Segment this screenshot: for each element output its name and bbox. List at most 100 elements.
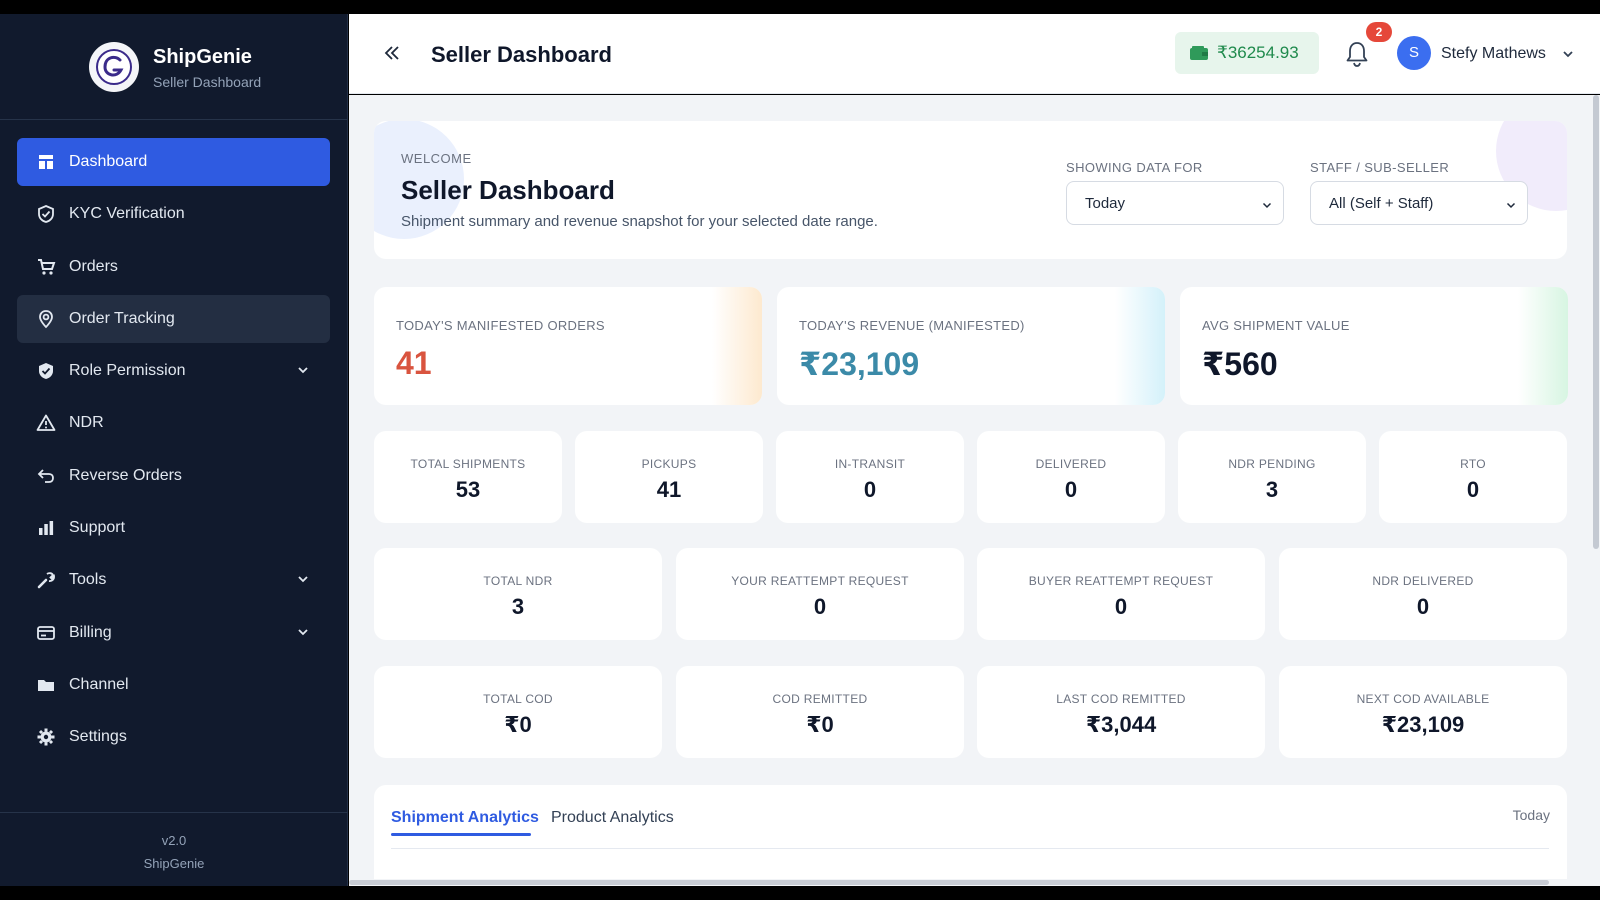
tabs-divider xyxy=(391,848,1549,849)
stat-value: 0 xyxy=(813,594,827,619)
staff-select[interactable]: All (Self + Staff) xyxy=(1310,181,1528,225)
stat-label: PICKUPS xyxy=(641,457,697,471)
kpi-accent-stripe xyxy=(712,287,762,405)
sidebar-item-dashboard[interactable]: Dashboard xyxy=(17,138,330,186)
stat-label: NEXT COD AVAILABLE xyxy=(1356,692,1490,706)
sidebar-item-billing[interactable]: Billing xyxy=(17,609,330,657)
footer-brand-name: ShipGenie xyxy=(143,856,205,871)
sidebar-item-label: Orders xyxy=(69,257,118,275)
kpi-value: 41 xyxy=(396,345,432,381)
cart-icon xyxy=(35,256,57,278)
shield-check-icon xyxy=(35,203,57,225)
screen-bottom-border xyxy=(0,886,1600,900)
tab-product-analytics[interactable]: Product Analytics xyxy=(551,809,674,827)
warning-icon xyxy=(35,412,57,434)
stat-value: 41 xyxy=(656,477,682,502)
stat-label: LAST COD REMITTED xyxy=(1056,692,1186,706)
chevron-down-icon xyxy=(1505,198,1517,210)
bar-chart-icon xyxy=(35,517,57,539)
horizontal-scrollbar[interactable] xyxy=(349,879,1592,886)
notifications-button[interactable] xyxy=(1344,40,1370,68)
billing-icon xyxy=(35,622,57,644)
sidebar-item-role-permission[interactable]: Role Permission xyxy=(17,347,330,395)
sidebar-item-kyc-verification[interactable]: KYC Verification xyxy=(17,190,330,238)
brand-logo[interactable] xyxy=(89,42,139,92)
stat-label: DELIVERED xyxy=(1035,457,1107,471)
date-range-select[interactable]: Today xyxy=(1066,181,1284,225)
location-pin-icon xyxy=(35,308,57,330)
user-name[interactable]: Stefy Mathews xyxy=(1441,45,1546,63)
sidebar-item-reverse-orders[interactable]: Reverse Orders xyxy=(17,452,330,500)
chevron-down-icon[interactable] xyxy=(1561,47,1575,61)
stat-label: BUYER REATTEMPT REQUEST xyxy=(1028,574,1214,588)
welcome-kicker: WELCOME xyxy=(401,151,472,166)
sidebar-item-settings[interactable]: Settings xyxy=(17,713,330,761)
analytics-card: Shipment Analytics Product Analytics Tod… xyxy=(374,785,1567,886)
staff-select-value: All (Self + Staff) xyxy=(1329,195,1434,212)
sidebar-item-label: KYC Verification xyxy=(69,205,185,223)
sidebar-item-label: Role Permission xyxy=(69,362,186,380)
collapse-sidebar-button[interactable] xyxy=(381,42,403,64)
stat-value: 0 xyxy=(1064,477,1078,502)
wallet-amount: ₹36254.93 xyxy=(1217,43,1299,62)
stat-card-total-cod: TOTAL COD ₹0 xyxy=(374,666,662,758)
kpi-card-manifested-orders: TODAY'S MANIFESTED ORDERS 41 xyxy=(374,287,762,405)
stat-card-ndr-pending: NDR PENDING 3 xyxy=(1178,431,1366,523)
sidebar-item-order-tracking[interactable]: Order Tracking xyxy=(17,294,330,343)
analytics-range-label: Today xyxy=(1512,807,1550,823)
stat-label: TOTAL COD xyxy=(483,692,553,706)
sidebar-item-channel[interactable]: Channel xyxy=(17,661,330,709)
stat-card-last-cod-remitted: LAST COD REMITTED ₹3,044 xyxy=(977,666,1265,758)
welcome-title: Seller Dashboard xyxy=(401,175,615,205)
kpi-label: TODAY'S REVENUE (MANIFESTED) xyxy=(799,318,1025,333)
chevron-down-icon xyxy=(296,363,310,377)
brand-subtitle: Seller Dashboard xyxy=(153,74,262,90)
sidebar-item-tools[interactable]: Tools xyxy=(17,556,330,604)
chevron-down-icon xyxy=(296,572,310,586)
screen-top-border xyxy=(0,0,1600,14)
stat-card-buyer-reattempt-request: BUYER REATTEMPT REQUEST 0 xyxy=(977,548,1265,640)
date-range-value: Today xyxy=(1085,195,1126,212)
stat-label: TOTAL SHIPMENTS xyxy=(410,457,526,471)
bell-icon xyxy=(1346,42,1368,67)
sidebar-item-label: Reverse Orders xyxy=(69,466,182,484)
wallet-balance-button[interactable]: ₹36254.93 xyxy=(1175,32,1319,74)
avatar[interactable]: S xyxy=(1397,36,1431,70)
stat-card-pickups: PICKUPS 41 xyxy=(575,431,763,523)
stat-label: YOUR REATTEMPT REQUEST xyxy=(731,574,909,588)
kpi-label: AVG SHIPMENT VALUE xyxy=(1202,318,1350,333)
gear-icon xyxy=(35,726,57,748)
stat-card-next-cod-available: NEXT COD AVAILABLE ₹23,109 xyxy=(1279,666,1567,758)
sidebar-item-label: Dashboard xyxy=(69,153,148,170)
chevron-down-icon xyxy=(1261,198,1273,210)
sidebar-item-label: Support xyxy=(69,519,126,537)
sidebar-footer: v2.0 ShipGenie xyxy=(0,812,348,886)
stat-card-cod-remitted: COD REMITTED ₹0 xyxy=(676,666,964,758)
stat-value: 53 xyxy=(455,477,481,502)
stat-label: TOTAL NDR xyxy=(483,574,553,588)
sidebar: ShipGenie Seller Dashboard Dashboard KYC… xyxy=(0,14,348,886)
dashboard-icon xyxy=(35,151,57,173)
stat-value: 0 xyxy=(863,477,877,502)
chevron-down-icon xyxy=(296,625,310,639)
staff-filter-label: STAFF / SUB-SELLER xyxy=(1310,160,1450,175)
sidebar-nav: Dashboard KYC Verification Orders Order … xyxy=(17,138,330,766)
sidebar-item-label: NDR xyxy=(69,414,104,432)
sidebar-item-label: Tools xyxy=(69,571,107,589)
sidebar-item-ndr[interactable]: NDR xyxy=(17,399,330,447)
stat-card-total-shipments: TOTAL SHIPMENTS 53 xyxy=(374,431,562,523)
return-icon xyxy=(35,465,57,487)
notification-count-badge: 2 xyxy=(1366,22,1392,42)
sidebar-item-support[interactable]: Support xyxy=(17,504,330,552)
stat-label: RTO xyxy=(1460,457,1486,471)
top-header: Seller Dashboard ₹36254.93 2 S Stefy Mat… xyxy=(349,14,1600,94)
stat-value: 3 xyxy=(511,594,525,619)
horizontal-scroll-thumb[interactable] xyxy=(349,880,1549,885)
wallet-icon xyxy=(1190,46,1208,60)
tab-shipment-analytics[interactable]: Shipment Analytics xyxy=(391,809,539,827)
sidebar-item-orders[interactable]: Orders xyxy=(17,243,330,291)
vertical-scroll-thumb[interactable] xyxy=(1593,95,1599,549)
vertical-scrollbar[interactable] xyxy=(1592,95,1600,886)
kpi-card-revenue: TODAY'S REVENUE (MANIFESTED) ₹23,109 xyxy=(777,287,1165,405)
stat-value: 0 xyxy=(1114,594,1128,619)
